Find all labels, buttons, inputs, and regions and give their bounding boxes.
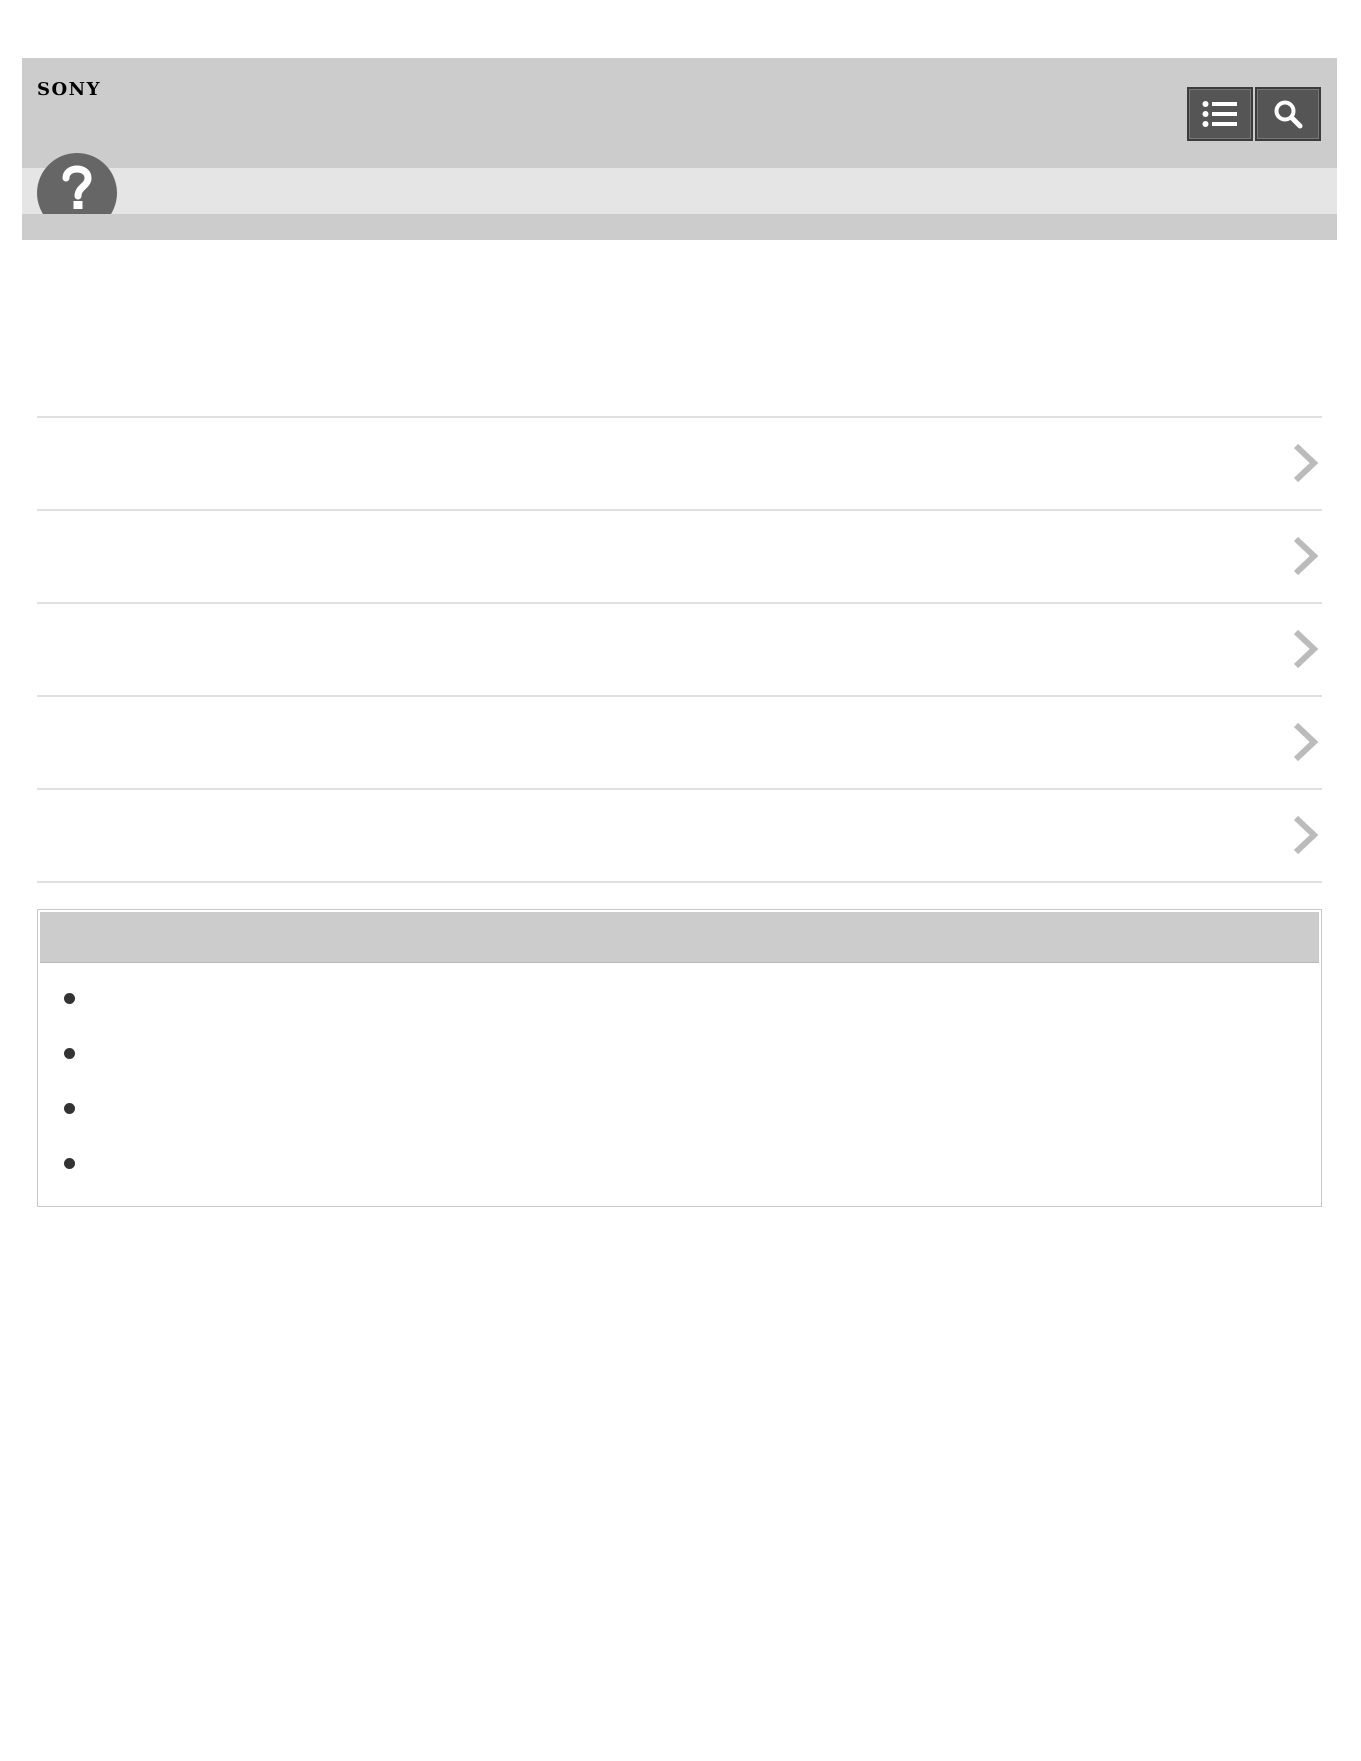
bullet-dot-icon [64,1103,75,1114]
topic-item[interactable] [37,695,1322,788]
chevron-right-icon [1293,722,1319,762]
chevron-right-icon [1293,536,1319,576]
chevron-right-icon [1293,629,1319,669]
list-item [38,1043,1321,1098]
topic-item[interactable] [37,416,1322,509]
question-mark-icon [36,152,118,214]
list-item [38,1153,1321,1208]
table-of-contents-button[interactable] [1187,87,1253,141]
topic-item[interactable] [37,788,1322,883]
topic-item[interactable] [37,602,1322,695]
topic-item[interactable] [37,509,1322,602]
bullet-list [38,988,1321,1208]
chevron-right-icon [1293,815,1319,855]
info-box-header [40,912,1319,963]
subheader-bar [22,168,1337,214]
list-item [38,988,1321,1043]
list-item [38,1098,1321,1153]
info-box [37,909,1322,1207]
subheader-bottom-band [22,214,1337,240]
bullet-dot-icon [64,1158,75,1169]
chevron-right-icon [1293,443,1319,483]
sony-logo[interactable]: SONY [37,79,101,100]
bullet-dot-icon [64,1048,75,1059]
bullet-dot-icon [64,993,75,1004]
topic-list [37,416,1322,883]
search-button[interactable] [1255,87,1321,141]
search-icon [1274,100,1303,129]
site-header: SONY [22,58,1337,168]
list-icon [1202,101,1237,127]
